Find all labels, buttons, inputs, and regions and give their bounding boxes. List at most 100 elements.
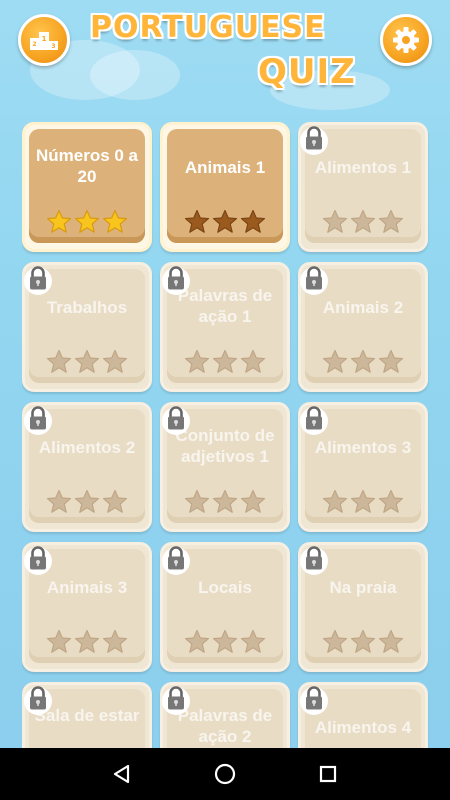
lock-icon (24, 546, 52, 575)
level-stars (301, 209, 425, 235)
lock-icon (300, 266, 328, 295)
level-tile[interactable]: Palavras de ação 2 (160, 682, 290, 748)
star-icon (46, 629, 72, 653)
level-tile[interactable]: Alimentos 2 (22, 402, 152, 532)
lock-icon (300, 126, 328, 155)
star-icon (240, 349, 266, 373)
lock-icon (300, 546, 328, 575)
star-icon (46, 489, 72, 513)
level-stars (163, 629, 287, 655)
level-tile[interactable]: Conjunto de adjetivos 1 (160, 402, 290, 532)
star-icon (378, 209, 404, 233)
level-label: Alimentos 3 (314, 438, 412, 457)
lock-icon (162, 546, 190, 575)
star-icon (102, 629, 128, 653)
level-stars (25, 349, 149, 375)
level-label: Animais 1 (184, 158, 266, 177)
header: 1 2 3 PORTUGUESE QUIZ (0, 0, 450, 110)
star-icon (350, 489, 376, 513)
level-tile[interactable]: Locais (160, 542, 290, 672)
star-icon (184, 209, 210, 233)
lock-icon (162, 686, 190, 715)
lock-icon (24, 406, 52, 435)
level-stars (25, 629, 149, 655)
recents-square-icon (320, 765, 337, 783)
star-icon (102, 209, 128, 233)
star-icon (184, 629, 210, 653)
star-icon (74, 629, 100, 653)
star-icon (378, 489, 404, 513)
system-navbar (0, 748, 450, 800)
level-tile[interactable]: Animais 1 (160, 122, 290, 252)
title-line-2: QUIZ (258, 52, 356, 92)
star-icon (212, 349, 238, 373)
level-stars (301, 489, 425, 515)
lock-icon (162, 266, 190, 295)
level-tile[interactable]: Animais 2 (298, 262, 428, 392)
level-stars (301, 629, 425, 655)
level-tile[interactable]: Sala de estar (22, 682, 152, 748)
star-icon (240, 209, 266, 233)
level-stars (301, 349, 425, 375)
app-screen: 1 2 3 PORTUGUESE QUIZ Números 0 a 20 Ani… (0, 0, 450, 748)
level-label: Animais 3 (46, 578, 128, 597)
level-stars (163, 349, 287, 375)
level-stars (25, 209, 149, 235)
nav-back-button[interactable] (107, 759, 137, 789)
gear-icon (393, 27, 419, 53)
star-icon (322, 349, 348, 373)
nav-recents-button[interactable] (313, 759, 343, 789)
level-tile[interactable]: Alimentos 3 (298, 402, 428, 532)
star-icon (322, 209, 348, 233)
lock-icon (24, 686, 52, 715)
star-icon (212, 209, 238, 233)
level-stars (163, 209, 287, 235)
star-icon (74, 489, 100, 513)
level-stars (25, 489, 149, 515)
level-label: Alimentos 2 (38, 438, 136, 457)
star-icon (212, 629, 238, 653)
lock-icon (24, 266, 52, 295)
home-circle-icon (214, 763, 236, 785)
star-icon (102, 349, 128, 373)
star-icon (350, 209, 376, 233)
back-triangle-icon (113, 764, 129, 784)
title-line-1: PORTUGUESE (90, 10, 326, 45)
level-label: Trabalhos (46, 298, 128, 317)
star-icon (350, 629, 376, 653)
podium-icon: 1 2 3 (30, 32, 58, 50)
star-icon (74, 209, 100, 233)
star-icon (184, 489, 210, 513)
star-icon (74, 349, 100, 373)
svg-text:2: 2 (32, 41, 36, 48)
nav-home-button[interactable] (210, 759, 240, 789)
star-icon (102, 489, 128, 513)
star-icon (184, 349, 210, 373)
star-icon (322, 489, 348, 513)
star-icon (322, 629, 348, 653)
star-icon (212, 489, 238, 513)
level-stars (163, 489, 287, 515)
level-tile[interactable]: Na praia (298, 542, 428, 672)
level-tile[interactable]: Números 0 a 20 (22, 122, 152, 252)
leaderboard-button[interactable]: 1 2 3 (18, 14, 70, 66)
level-label: Animais 2 (322, 298, 404, 317)
star-icon (240, 489, 266, 513)
lock-icon (300, 406, 328, 435)
level-label: Números 0 a 20 (35, 146, 139, 186)
star-icon (378, 349, 404, 373)
star-icon (378, 629, 404, 653)
level-label: Locais (198, 578, 252, 597)
level-tile[interactable]: Trabalhos (22, 262, 152, 392)
level-tile[interactable]: Alimentos 1 (298, 122, 428, 252)
star-icon (350, 349, 376, 373)
settings-button[interactable] (380, 14, 432, 66)
level-label: Alimentos 1 (314, 158, 412, 177)
level-tile[interactable]: Animais 3 (22, 542, 152, 672)
level-tile[interactable]: Alimentos 4 (298, 682, 428, 748)
level-tile[interactable]: Palavras de ação 1 (160, 262, 290, 392)
level-label: Alimentos 4 (314, 718, 412, 737)
svg-text:1: 1 (42, 35, 47, 43)
star-icon (46, 209, 72, 233)
svg-text:3: 3 (51, 43, 55, 50)
